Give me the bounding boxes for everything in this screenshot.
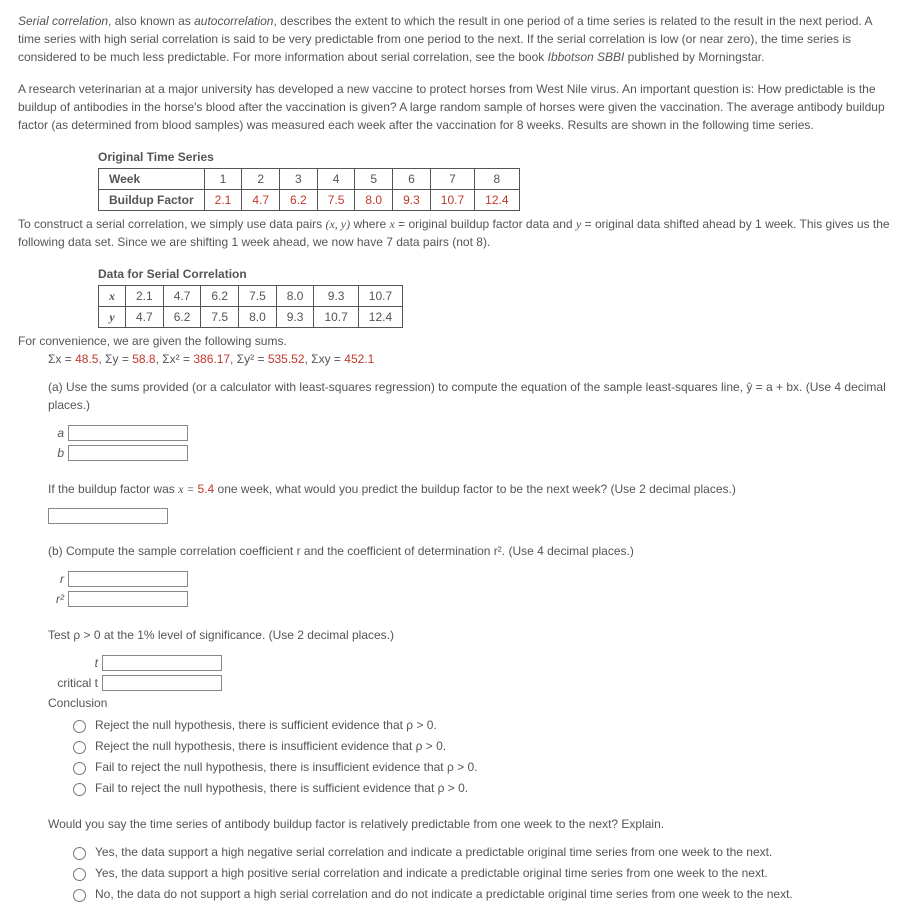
radio-conclusion-3[interactable]: [73, 762, 86, 775]
row-header-y: y: [99, 307, 126, 328]
table-row: Week 1 2 3 4 5 6 7 8: [99, 169, 520, 190]
book-title: Ibbotson SBBI: [548, 50, 625, 64]
input-crit-t[interactable]: [102, 675, 222, 691]
sums-line: Σx = 48.5, Σy = 58.8, Σx² = 386.17, Σy² …: [48, 350, 890, 368]
radio-conclusion-2[interactable]: [73, 741, 86, 754]
sums-intro: For convenience, we are given the follow…: [18, 332, 890, 350]
final-option-2: Yes, the data support a high positive se…: [68, 864, 890, 882]
conclusion-option-2: Reject the null hypothesis, there is ins…: [68, 737, 890, 755]
construct-paragraph: To construct a serial correlation, we si…: [18, 215, 890, 251]
input-row-r: r: [48, 570, 890, 588]
input-a[interactable]: [68, 425, 188, 441]
table1-title: Original Time Series: [98, 148, 890, 166]
conclusion-option-3: Fail to reject the null hypothesis, ther…: [68, 758, 890, 776]
part-a-question: (a) Use the sums provided (or a calculat…: [48, 378, 890, 414]
final-question: Would you say the time series of antibod…: [48, 815, 890, 833]
part-b-question: (b) Compute the sample correlation coeff…: [48, 542, 890, 560]
original-time-series-table: Week 1 2 3 4 5 6 7 8 Buildup Factor 2.1 …: [98, 168, 520, 211]
radio-final-3[interactable]: [73, 889, 86, 902]
radio-conclusion-4[interactable]: [73, 783, 86, 796]
label-r2: r²: [48, 590, 64, 608]
table-row: y 4.7 6.2 7.5 8.0 9.3 10.7 12.4: [99, 307, 403, 328]
original-time-series-block: Original Time Series Week 1 2 3 4 5 6 7 …: [98, 148, 890, 211]
label-a: a: [48, 424, 64, 442]
label-t: t: [48, 654, 98, 672]
input-predict[interactable]: [48, 508, 168, 524]
label-b: b: [48, 444, 64, 462]
input-row-t: t: [48, 654, 890, 672]
input-row-predict: [48, 508, 890, 524]
input-row-a: a: [48, 424, 890, 442]
serial-correlation-block: Data for Serial Correlation x 2.1 4.7 6.…: [98, 265, 890, 328]
table2-title: Data for Serial Correlation: [98, 265, 890, 283]
final-option-3: No, the data do not support a high seria…: [68, 885, 890, 903]
conclusion-option-1: Reject the null hypothesis, there is suf…: [68, 716, 890, 734]
test-question: Test ρ > 0 at the 1% level of significan…: [48, 626, 890, 644]
table-row: Buildup Factor 2.1 4.7 6.2 7.5 8.0 9.3 1…: [99, 190, 520, 211]
radio-conclusion-1[interactable]: [73, 720, 86, 733]
conclusion-option-4: Fail to reject the null hypothesis, ther…: [68, 779, 890, 797]
final-option-1: Yes, the data support a high negative se…: [68, 843, 890, 861]
input-row-b: b: [48, 444, 890, 462]
input-row-r2: r²: [48, 590, 890, 608]
intro-paragraph-1: Serial correlation, also known as autoco…: [18, 12, 890, 66]
label-r: r: [48, 570, 64, 588]
input-r[interactable]: [68, 571, 188, 587]
conclusion-label: Conclusion: [48, 694, 890, 712]
input-b[interactable]: [68, 445, 188, 461]
radio-final-2[interactable]: [73, 868, 86, 881]
intro-paragraph-2: A research veterinarian at a major unive…: [18, 80, 890, 134]
label-crit-t: critical t: [48, 674, 98, 692]
input-r2[interactable]: [68, 591, 188, 607]
row-header-x: x: [99, 286, 126, 307]
term-serial-correlation: Serial correlation: [18, 14, 108, 28]
row-header-buildup: Buildup Factor: [99, 190, 205, 211]
radio-final-1[interactable]: [73, 847, 86, 860]
row-header-week: Week: [99, 169, 205, 190]
followup-question: If the buildup factor was x = 5.4 one we…: [48, 480, 890, 498]
serial-correlation-table: x 2.1 4.7 6.2 7.5 8.0 9.3 10.7 y 4.7 6.2…: [98, 285, 403, 328]
input-row-crit-t: critical t: [48, 674, 890, 692]
table-row: x 2.1 4.7 6.2 7.5 8.0 9.3 10.7: [99, 286, 403, 307]
term-autocorrelation: autocorrelation: [194, 14, 273, 28]
input-t[interactable]: [102, 655, 222, 671]
